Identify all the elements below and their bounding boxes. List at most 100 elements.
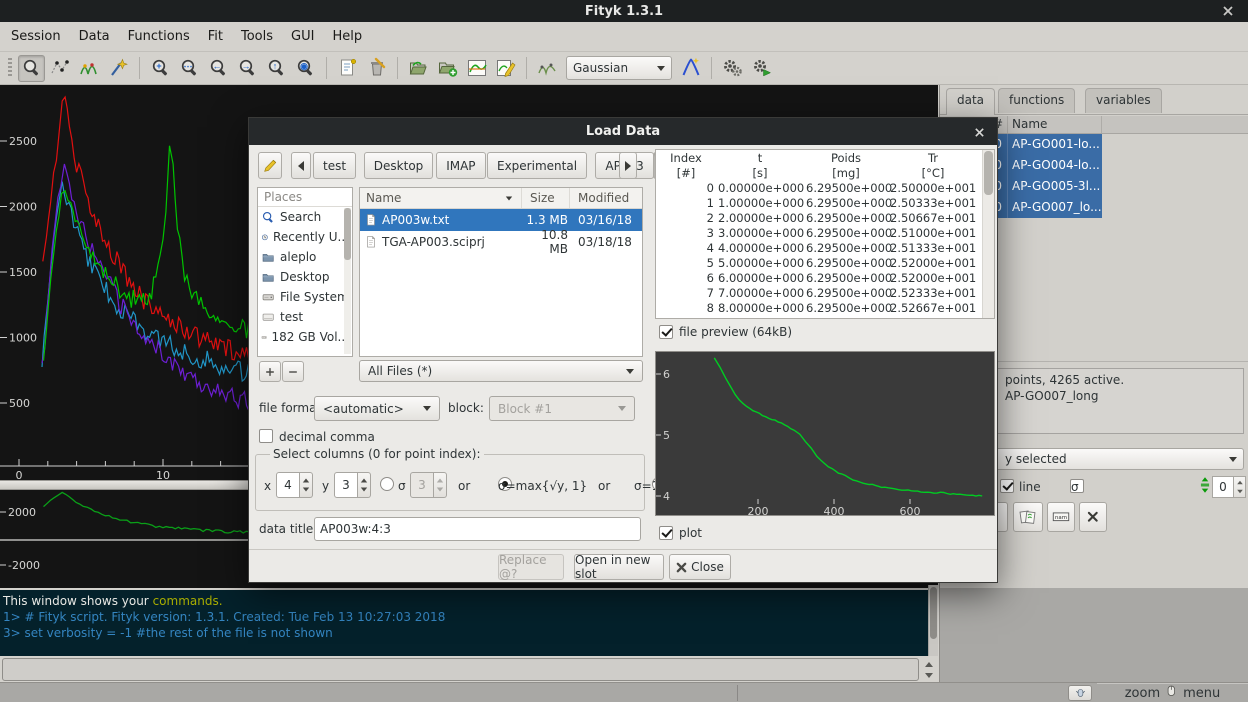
place-search[interactable]: Search bbox=[258, 207, 352, 227]
point-size-spinner[interactable]: 0 bbox=[1212, 476, 1246, 498]
dialog-close-button[interactable] bbox=[971, 124, 987, 140]
x-column-spinner[interactable]: 4 bbox=[276, 472, 313, 498]
column-size[interactable]: Size bbox=[522, 188, 570, 208]
spin-down-icon[interactable] bbox=[1237, 489, 1243, 493]
function-type-combo[interactable]: Gaussian bbox=[566, 56, 672, 80]
y-spin-arrows[interactable] bbox=[358, 472, 371, 498]
copy-dataset-button[interactable] bbox=[1013, 502, 1043, 532]
path-button-desktop[interactable]: Desktop bbox=[364, 152, 434, 179]
zoom-vertical-button[interactable]: ⋯ bbox=[176, 55, 203, 82]
preview-plot-xtick: 600 bbox=[900, 505, 921, 516]
tab-functions[interactable]: functions bbox=[998, 88, 1075, 113]
data-range-mode-button[interactable] bbox=[47, 55, 74, 82]
sort-descending-icon bbox=[506, 197, 512, 201]
file-row[interactable]: TGA-AP003.sciprj10.8 MB03/18/18 bbox=[360, 231, 642, 253]
x-spin-arrows[interactable] bbox=[300, 472, 313, 498]
delete-dataset-button[interactable] bbox=[1079, 502, 1107, 532]
menu-item-data[interactable]: Data bbox=[70, 25, 119, 48]
y-column-spinner[interactable]: 3 bbox=[334, 472, 371, 498]
zoom-mode-button[interactable] bbox=[18, 55, 45, 82]
spin-up-icon[interactable] bbox=[1237, 481, 1243, 485]
menu-item-gui[interactable]: GUI bbox=[282, 25, 323, 48]
path-forward-button[interactable] bbox=[619, 152, 637, 179]
console-text: commands. bbox=[153, 594, 223, 608]
file-row[interactable]: AP003w.txt1.3 MB03/16/18 bbox=[360, 209, 642, 231]
place-182-gb-vol-[interactable]: 182 GB Vol... bbox=[258, 327, 352, 347]
tab-variables[interactable]: variables bbox=[1085, 88, 1162, 113]
path-button-imap[interactable]: IMAP bbox=[436, 152, 485, 179]
add-function-mode-button[interactable] bbox=[105, 55, 132, 82]
append-data-button[interactable] bbox=[434, 55, 461, 82]
zoom-all-button[interactable]: + bbox=[147, 55, 174, 82]
zoom-top-button[interactable]: ↑ bbox=[263, 55, 290, 82]
file-preview-checkbox[interactable] bbox=[659, 325, 673, 339]
add-peak-mode-button[interactable] bbox=[76, 55, 103, 82]
command-history-spinner[interactable] bbox=[922, 659, 936, 681]
preview-scrollbar-thumb[interactable] bbox=[984, 151, 993, 195]
fit-settings-icon bbox=[751, 57, 773, 79]
remove-place-button[interactable] bbox=[282, 361, 304, 382]
column-modified[interactable]: Modified bbox=[570, 188, 642, 208]
toolbar: +⋯←→↑◉ Gaussian bbox=[0, 52, 1248, 85]
command-input[interactable] bbox=[2, 658, 919, 681]
zoom-previous-button[interactable]: ← bbox=[205, 55, 232, 82]
mouse-hints-button[interactable] bbox=[1068, 685, 1092, 701]
menu-item-tools[interactable]: Tools bbox=[232, 25, 282, 48]
close-button[interactable]: Close bbox=[669, 554, 731, 580]
add-place-button[interactable] bbox=[259, 361, 281, 382]
file-filter-combo[interactable]: All Files (*) bbox=[359, 360, 643, 382]
menu-item-help[interactable]: Help bbox=[323, 25, 371, 48]
place-test[interactable]: test bbox=[258, 307, 352, 327]
export-plot-button[interactable] bbox=[463, 55, 490, 82]
window-close-button[interactable] bbox=[1220, 3, 1236, 19]
history-up-icon[interactable] bbox=[925, 662, 933, 667]
zoom-next-button[interactable]: → bbox=[234, 55, 261, 82]
load-data-button[interactable] bbox=[405, 55, 432, 82]
auto-add-peak-button[interactable] bbox=[677, 55, 704, 82]
spin-up-icon[interactable] bbox=[303, 478, 309, 482]
console-scrollbar-thumb[interactable] bbox=[930, 587, 937, 639]
place-aleplo[interactable]: aleplo bbox=[258, 247, 352, 267]
data-editor-button[interactable] bbox=[492, 55, 519, 82]
preview-scrollbar[interactable] bbox=[982, 150, 994, 318]
place-file-system[interactable]: File System bbox=[258, 287, 352, 307]
menu-item-functions[interactable]: Functions bbox=[119, 25, 199, 48]
toolbar-grip[interactable] bbox=[8, 58, 12, 78]
mouse-hints-icon bbox=[1074, 687, 1087, 700]
decimal-comma-checkbox[interactable] bbox=[259, 429, 273, 443]
run-fit-button[interactable] bbox=[719, 55, 746, 82]
path-back-button[interactable] bbox=[291, 152, 311, 179]
defined-functions-button[interactable] bbox=[534, 55, 561, 82]
column-name[interactable]: Name bbox=[360, 188, 522, 208]
sigma-column-radio[interactable] bbox=[380, 477, 394, 491]
zoom-mouse-button[interactable]: ◉ bbox=[292, 55, 319, 82]
history-down-icon[interactable] bbox=[925, 673, 933, 678]
spin-down-icon[interactable] bbox=[303, 488, 309, 492]
preview-plot-ytick: 4 bbox=[663, 490, 670, 503]
path-button-test[interactable]: test bbox=[313, 152, 356, 179]
places-scrollbar-thumb[interactable] bbox=[344, 208, 351, 260]
menu-item-fit[interactable]: Fit bbox=[199, 25, 232, 48]
place-recently-u-[interactable]: Recently U... bbox=[258, 227, 352, 247]
fit-settings-button[interactable] bbox=[748, 55, 775, 82]
place-desktop[interactable]: Desktop bbox=[258, 267, 352, 287]
path-button-experimental[interactable]: Experimental bbox=[487, 152, 587, 179]
open-in-new-slot-button[interactable]: Open in new slot bbox=[574, 554, 664, 580]
dataset-name-header[interactable]: Name bbox=[1008, 116, 1102, 133]
session-log-button[interactable] bbox=[334, 55, 361, 82]
preview-cell: 2.52333e+001 bbox=[888, 285, 978, 300]
file-format-combo[interactable]: <automatic> bbox=[314, 396, 440, 421]
menu-item-session[interactable]: Session bbox=[2, 25, 70, 48]
spin-down-icon[interactable] bbox=[361, 488, 367, 492]
type-filename-toggle-button[interactable] bbox=[258, 152, 282, 179]
rename-dataset-button[interactable]: nam bbox=[1047, 502, 1075, 532]
point-size-spin-arrows[interactable] bbox=[1234, 476, 1246, 498]
console-scrollbar[interactable] bbox=[928, 585, 938, 656]
spin-up-icon[interactable] bbox=[361, 478, 367, 482]
plot-checkbox[interactable] bbox=[659, 526, 673, 540]
places-scrollbar[interactable] bbox=[344, 208, 351, 354]
tab-data[interactable]: data bbox=[946, 88, 995, 115]
edit-script-button[interactable] bbox=[363, 55, 390, 82]
data-title-input[interactable]: AP003w:4:3 bbox=[314, 517, 641, 541]
line-checkbox[interactable] bbox=[1000, 479, 1014, 493]
